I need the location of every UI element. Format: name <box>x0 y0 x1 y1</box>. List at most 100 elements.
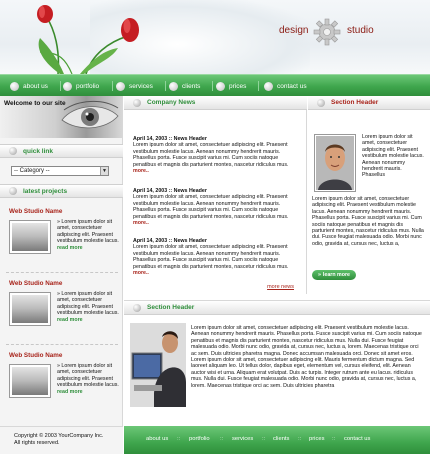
footer-separator: :: <box>177 436 181 442</box>
right-section: Section Header Lorem ipsum dolor sit ame… <box>308 96 430 294</box>
project-item: Web Studio Name » Lorem ipsum dolor sit … <box>9 352 119 398</box>
more-news-link[interactable]: more news <box>267 284 294 290</box>
bottom-section-header: Section Header <box>124 301 430 315</box>
nav-label: prices <box>229 82 247 90</box>
news-date: April 14, 2003 <box>133 136 168 142</box>
bullet-icon <box>317 98 325 107</box>
welcome-title: Welcome to our site <box>4 100 66 107</box>
divider <box>6 272 118 273</box>
footer-link-services[interactable]: services <box>232 436 253 442</box>
project-thumbnail[interactable] <box>9 292 51 326</box>
read-more-link[interactable]: read more <box>57 389 83 395</box>
footer-nav: about us :: portfolio :: services :: cli… <box>124 426 430 454</box>
company-news: Company News April 14, 2003 :: News Head… <box>124 96 307 294</box>
news-separator: :: <box>168 238 173 244</box>
learn-more-label: learn more <box>322 272 351 278</box>
nav-portfolio[interactable]: portfolio <box>63 80 99 92</box>
news-separator: :: <box>168 136 173 142</box>
right-body-text: Lorem ipsum dolor sit amet, consectetuer… <box>312 196 424 247</box>
news-header: News Header <box>173 136 207 142</box>
nav-label: services <box>129 82 153 90</box>
bullet-icon <box>9 187 17 195</box>
room-image <box>12 223 48 251</box>
nav-label: contact us <box>277 82 307 90</box>
category-select-value: -- Category -- <box>14 168 50 174</box>
bottom-section: Section Header Lorem ipsum dolor sit ame… <box>124 300 430 426</box>
bullet-icon <box>216 81 225 91</box>
rights-text: All rights reserved. <box>14 440 60 446</box>
news-date: April 14, 2003 <box>133 238 168 244</box>
news-more-link[interactable]: more.. <box>133 270 149 276</box>
quick-link-header: quick link <box>0 144 123 158</box>
footer-separator: :: <box>332 436 336 442</box>
nav-prices[interactable]: prices <box>216 80 246 92</box>
gear-icon <box>313 18 341 46</box>
news-text: Lorem ipsum dolor sit amet, consectetuer… <box>133 142 289 168</box>
project-thumbnail[interactable] <box>9 364 51 398</box>
nav-divider <box>212 81 213 91</box>
company-news-title: Company News <box>147 99 196 106</box>
news-more-link[interactable]: more.. <box>133 168 149 174</box>
project-description: Lorem ipsum dolor sit amet, consectetuer… <box>57 363 119 389</box>
latest-projects-title: latest projects <box>23 187 68 195</box>
right-section-title: Section Header <box>331 99 379 106</box>
nav-divider <box>258 81 259 91</box>
project-description: Lorem ipsum dolor sit amet, consectetuer… <box>57 291 119 317</box>
read-more-link[interactable]: read more <box>57 245 83 251</box>
person-at-computer <box>130 323 186 407</box>
divider <box>6 344 118 345</box>
news-date: April 14, 2003 <box>133 188 168 194</box>
portrait-image <box>314 134 356 192</box>
news-text: Lorem ipsum dolor sit amet, consectetuer… <box>133 244 289 270</box>
room-image <box>12 367 48 395</box>
project-title[interactable]: Web Studio Name <box>9 352 119 359</box>
bullet-icon <box>63 81 72 91</box>
main-nav: about us portfolio services clients pric… <box>0 74 430 96</box>
nav-contact-us[interactable]: contact us <box>264 80 307 92</box>
nav-label: portfolio <box>76 82 100 90</box>
bullet-icon <box>133 303 141 312</box>
news-text: Lorem ipsum dolor sit amet, consectetuer… <box>133 194 289 220</box>
computer-user-image <box>130 323 186 407</box>
footer-separator: :: <box>262 436 266 442</box>
footer-link-portfolio[interactable]: portfolio <box>189 436 210 442</box>
project-item: Web Studio Name » Lorem ipsum dolor sit … <box>9 208 119 254</box>
news-item: April 14, 2003 :: News Header Lorem ipsu… <box>133 136 299 174</box>
project-thumbnail[interactable] <box>9 220 51 254</box>
project-text: » Lorem ipsum dolor sit amet, consectetu… <box>57 291 119 323</box>
footer-link-prices[interactable]: prices <box>309 436 324 442</box>
nav-clients[interactable]: clients <box>169 80 200 92</box>
nav-services[interactable]: services <box>116 80 153 92</box>
news-separator: :: <box>168 188 173 194</box>
person-portrait <box>316 136 354 190</box>
learn-more-button[interactable]: » learn more <box>312 270 356 280</box>
tulips-image <box>37 5 139 74</box>
project-title[interactable]: Web Studio Name <box>9 280 119 287</box>
footer-link-contact-us[interactable]: contact us <box>344 436 370 442</box>
bottom-body-text: Lorem ipsum dolor sit amet, consectetuer… <box>191 325 422 389</box>
nav-label: about us <box>23 82 48 90</box>
project-title[interactable]: Web Studio Name <box>9 208 119 215</box>
quick-link-title: quick link <box>23 147 53 155</box>
footer-copyright-area: Copyright © 2003 YourCompany Inc. All ri… <box>0 426 123 454</box>
room-image <box>12 295 48 323</box>
chevron-down-icon[interactable]: ▼ <box>100 167 108 175</box>
read-more-link[interactable]: read more <box>57 317 83 323</box>
project-description: Lorem ipsum dolor sit amet, consectetuer… <box>57 219 119 245</box>
copyright-text: Copyright © 2003 YourCompany Inc. <box>14 433 104 439</box>
nav-divider <box>112 81 113 91</box>
footer-link-clients[interactable]: clients <box>273 436 289 442</box>
nav-divider <box>165 81 166 91</box>
footer-link-about-us[interactable]: about us <box>146 436 168 442</box>
news-item: April 14, 2003 :: News Header Lorem ipsu… <box>133 188 299 226</box>
copyright: Copyright © 2003 YourCompany Inc. All ri… <box>14 433 103 447</box>
category-select[interactable]: -- Category -- ▼ <box>11 166 109 176</box>
footer-separator: :: <box>298 436 302 442</box>
project-text: » Lorem ipsum dolor sit amet, consectetu… <box>57 363 119 395</box>
right-section-header: Section Header <box>308 96 430 110</box>
bullet-icon <box>10 81 19 91</box>
news-more-link[interactable]: more.. <box>133 220 149 226</box>
news-header: News Header <box>173 188 207 194</box>
bullet-icon <box>116 81 125 91</box>
nav-about-us[interactable]: about us <box>10 80 48 92</box>
